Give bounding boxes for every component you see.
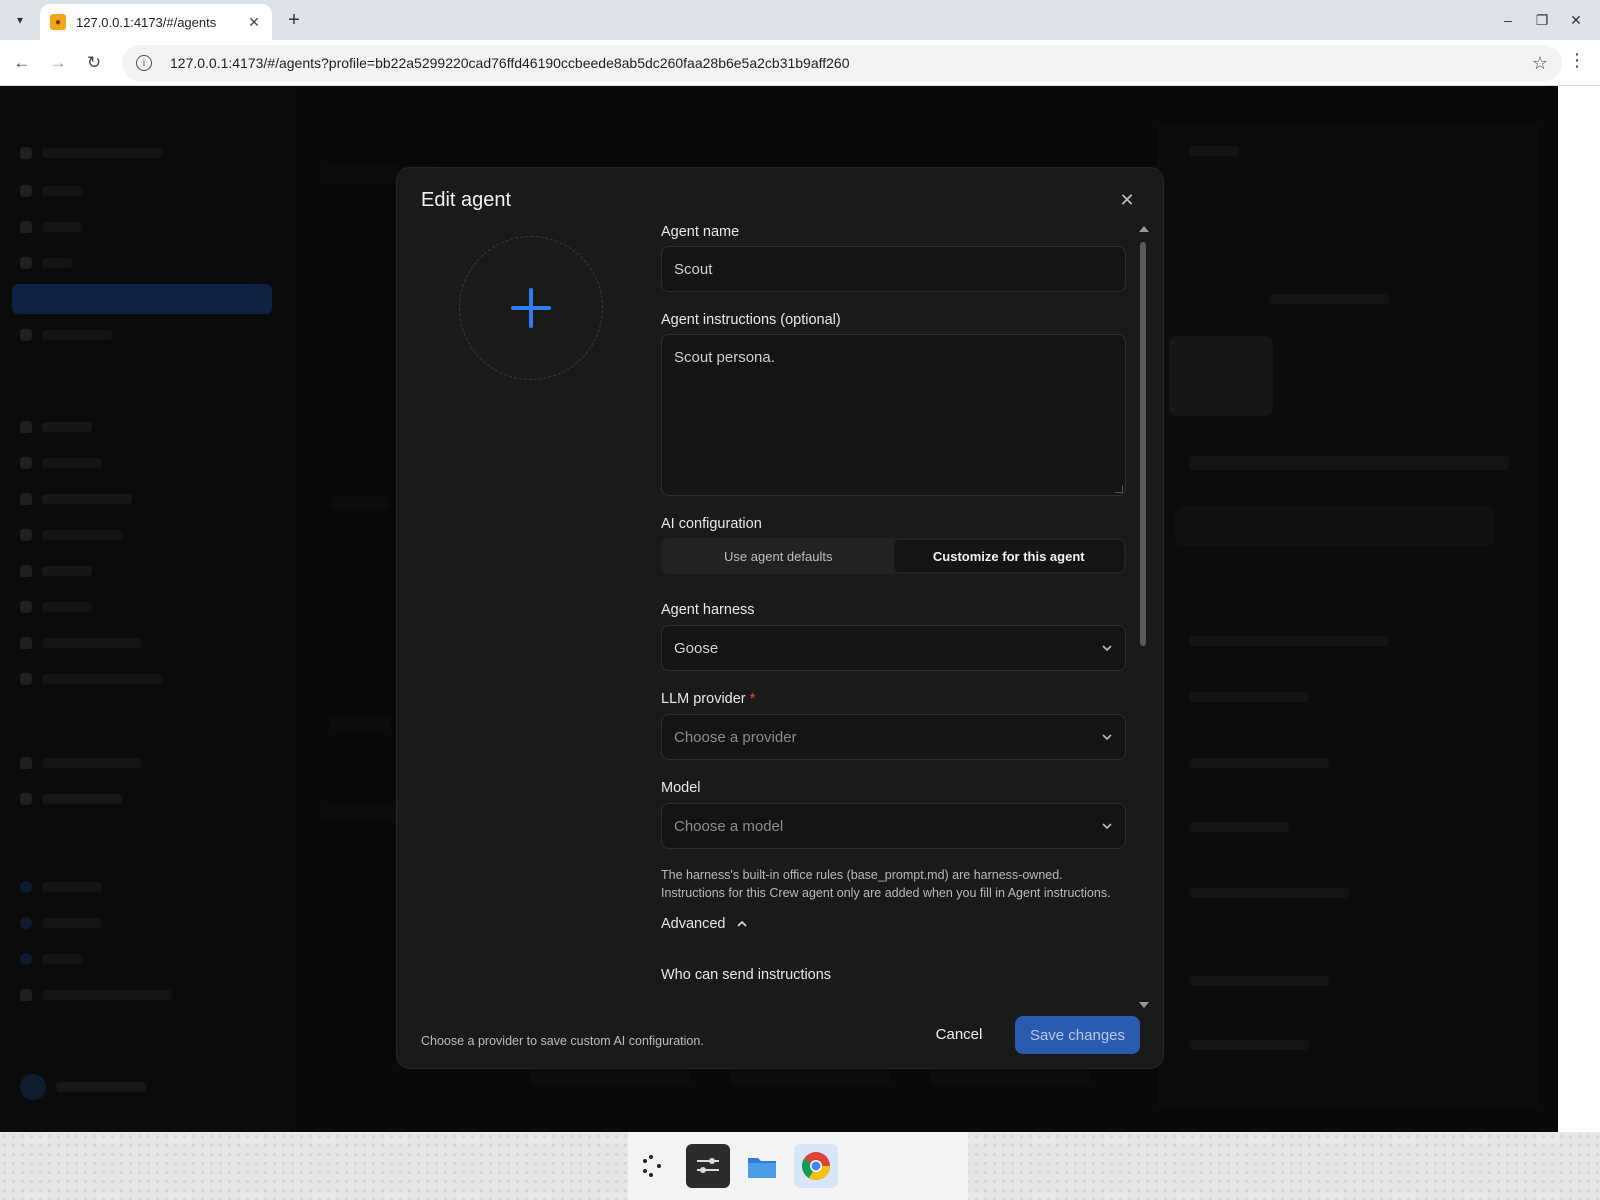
agent-instructions-value: Scout persona. xyxy=(674,349,775,366)
forward-arrow-icon[interactable]: → xyxy=(44,49,72,77)
favicon-icon: ● xyxy=(50,14,66,30)
model-select[interactable]: Choose a model xyxy=(661,803,1126,849)
app-launcher-icon[interactable] xyxy=(632,1144,676,1188)
tab-title: 127.0.0.1:4173/#/agents xyxy=(76,14,217,30)
advanced-label: Advanced xyxy=(661,916,726,932)
os-taskbar xyxy=(0,1132,1600,1200)
agent-form: Agent name Scout Agent instructions (opt… xyxy=(661,224,1127,1010)
site-info-icon[interactable]: i xyxy=(136,55,152,71)
settings-app-icon[interactable] xyxy=(686,1144,730,1188)
agent-harness-value: Goose xyxy=(674,639,719,657)
cancel-button[interactable]: Cancel xyxy=(921,1016,997,1052)
save-changes-button[interactable]: Save changes xyxy=(1015,1016,1140,1054)
llm-provider-label: LLM provider * xyxy=(661,691,755,707)
help-line-1: The harness's built-in office rules (bas… xyxy=(661,868,1063,882)
scroll-down-arrow-icon[interactable] xyxy=(1139,1002,1149,1008)
advanced-toggle[interactable]: Advanced xyxy=(661,916,748,932)
agent-harness-select[interactable]: Goose xyxy=(661,625,1126,671)
browser-menu-icon[interactable]: ⋮ xyxy=(1568,50,1586,71)
required-indicator: * xyxy=(749,691,756,707)
page-scrollbar[interactable] xyxy=(1558,86,1600,1132)
new-tab-button[interactable]: + xyxy=(282,8,306,32)
scrollbar-thumb[interactable] xyxy=(1140,242,1146,646)
dialog-title: Edit agent xyxy=(421,189,512,211)
llm-provider-select[interactable]: Choose a provider xyxy=(661,714,1126,760)
llm-provider-placeholder: Choose a provider xyxy=(674,728,797,746)
model-placeholder: Choose a model xyxy=(674,817,784,835)
chevron-down-icon xyxy=(1102,734,1112,741)
browser-toolbar: ← → ↻ i 127.0.0.1:4173/#/agents?profile=… xyxy=(0,40,1600,86)
use-agent-defaults-option[interactable]: Use agent defaults xyxy=(663,540,894,572)
agent-harness-label: Agent harness xyxy=(661,602,755,618)
chevron-down-icon xyxy=(1102,645,1112,652)
tab-close-icon[interactable]: ✕ xyxy=(246,14,262,31)
dock xyxy=(628,1132,968,1200)
plus-icon xyxy=(511,288,551,328)
window-close-icon[interactable]: ✕ xyxy=(1562,6,1590,34)
resize-handle-icon[interactable] xyxy=(1115,485,1123,493)
help-line-2: Instructions for this Crew agent only ar… xyxy=(661,886,1111,900)
minimize-icon[interactable]: – xyxy=(1494,6,1522,34)
harness-help-text: The harness's built-in office rules (bas… xyxy=(661,866,1127,902)
url-text[interactable]: 127.0.0.1:4173/#/agents?profile=bb22a529… xyxy=(170,55,1532,71)
chevron-down-icon xyxy=(1102,823,1112,830)
agent-name-label: Agent name xyxy=(661,224,740,240)
avatar-upload-button[interactable] xyxy=(459,236,603,380)
ai-configuration-label: AI configuration xyxy=(661,516,762,532)
tab-list-chevron-icon[interactable]: ▾ xyxy=(8,8,32,32)
ai-configuration-toggle: Use agent defaults Customize for this ag… xyxy=(661,538,1126,574)
back-arrow-icon[interactable]: ← xyxy=(8,49,36,77)
reload-icon[interactable]: ↻ xyxy=(80,49,108,77)
scroll-up-arrow-icon[interactable] xyxy=(1139,226,1149,232)
restore-icon[interactable]: ❐ xyxy=(1528,6,1556,34)
star-icon[interactable]: ☆ xyxy=(1532,53,1548,74)
model-label: Model xyxy=(661,780,701,796)
address-bar[interactable]: i 127.0.0.1:4173/#/agents?profile=bb22a5… xyxy=(122,45,1562,81)
chrome-browser-icon[interactable] xyxy=(794,1144,838,1188)
browser-tab-bar: ▾ ● 127.0.0.1:4173/#/agents ✕ + – ❐ ✕ xyxy=(0,0,1600,40)
footer-note: Choose a provider to save custom AI conf… xyxy=(421,1034,704,1048)
dialog-scrollbar[interactable] xyxy=(1137,224,1149,1010)
agent-instructions-textarea[interactable]: Scout persona. xyxy=(661,334,1126,496)
close-icon[interactable]: ✕ xyxy=(1117,190,1137,210)
who-can-send-label: Who can send instructions xyxy=(661,967,832,983)
agent-instructions-label: Agent instructions (optional) xyxy=(661,312,841,328)
edit-agent-dialog: Edit agent ✕ Agent name Scout Agent inst… xyxy=(396,167,1164,1069)
chevron-up-icon xyxy=(736,920,747,927)
llm-provider-label-text: LLM provider xyxy=(661,691,746,707)
agent-name-input[interactable]: Scout xyxy=(661,246,1126,292)
window-controls: – ❐ ✕ xyxy=(1494,6,1590,34)
browser-tab[interactable]: ● 127.0.0.1:4173/#/agents ✕ xyxy=(40,4,272,40)
customize-for-agent-option[interactable]: Customize for this agent xyxy=(893,540,1124,572)
file-manager-icon[interactable] xyxy=(740,1144,784,1188)
